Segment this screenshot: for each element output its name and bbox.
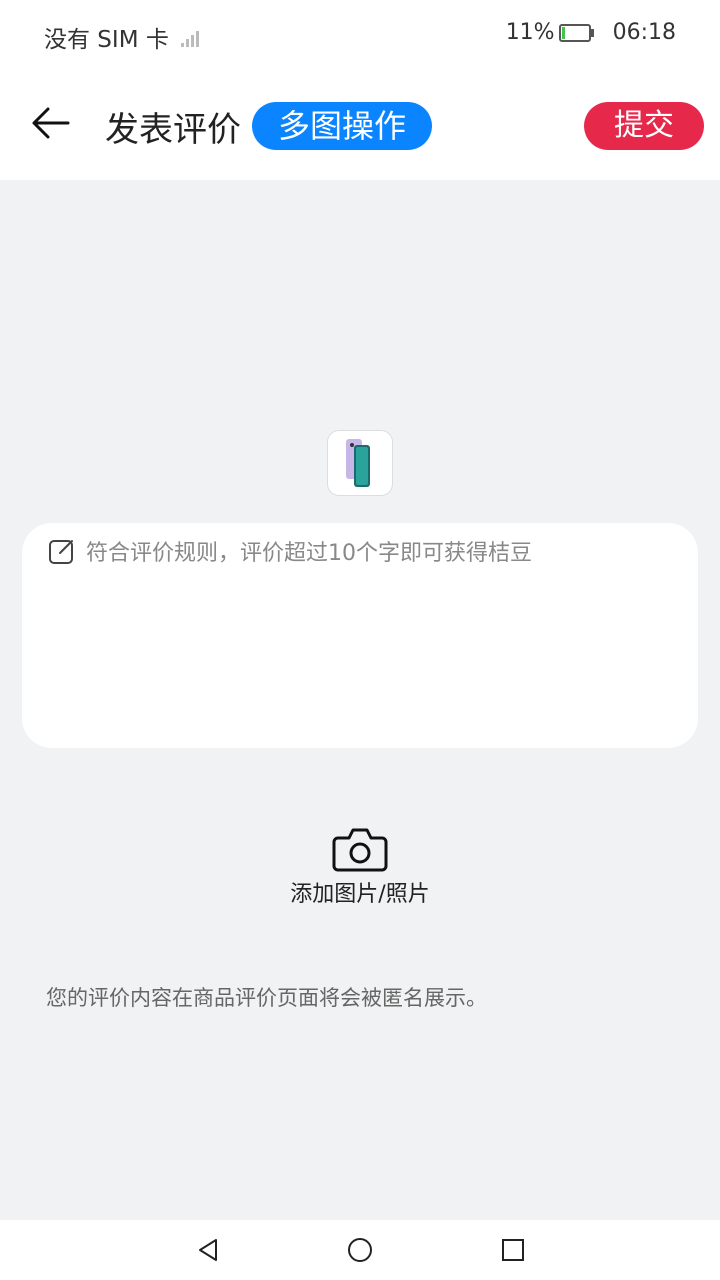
phone-product-icon [346, 439, 370, 487]
submit-button[interactable]: 提交 [584, 102, 704, 150]
status-right: 11% 06:18 [506, 20, 676, 45]
battery-percent: 11% [505, 20, 555, 45]
review-textarea[interactable] [84, 533, 678, 737]
signal-icon [180, 27, 201, 47]
clock: 06:18 [612, 20, 676, 45]
nav-back-button[interactable] [190, 1232, 226, 1268]
page-title: 发表评价 [105, 110, 241, 150]
product-thumbnail [327, 430, 393, 496]
square-recent-icon [502, 1239, 524, 1261]
add-photo-label: 添加图片/照片 [290, 882, 430, 907]
multi-image-button[interactable]: 多图操作 [252, 102, 432, 150]
header: 发表评价 多图操作 提交 [0, 70, 720, 180]
carrier-text: 没有 SIM 卡 [44, 27, 169, 53]
status-bar: 没有 SIM 卡 11% 06:18 [0, 0, 720, 70]
anonymous-note: 您的评价内容在商品评价页面将会被匿名展示。 [46, 986, 487, 1010]
review-box [22, 523, 698, 748]
circle-home-icon [348, 1238, 372, 1262]
nav-home-button[interactable] [342, 1232, 378, 1268]
battery-icon [558, 23, 594, 42]
back-button[interactable] [30, 106, 80, 146]
triangle-back-icon [199, 1239, 217, 1261]
arrow-left-icon [32, 107, 70, 139]
edit-icon [49, 540, 73, 564]
camera-icon [332, 828, 388, 872]
system-nav-bar [0, 1220, 720, 1280]
add-photo-button[interactable]: 添加图片/照片 [0, 826, 720, 908]
status-left: 没有 SIM 卡 [44, 20, 201, 54]
nav-recent-button[interactable] [495, 1232, 531, 1268]
